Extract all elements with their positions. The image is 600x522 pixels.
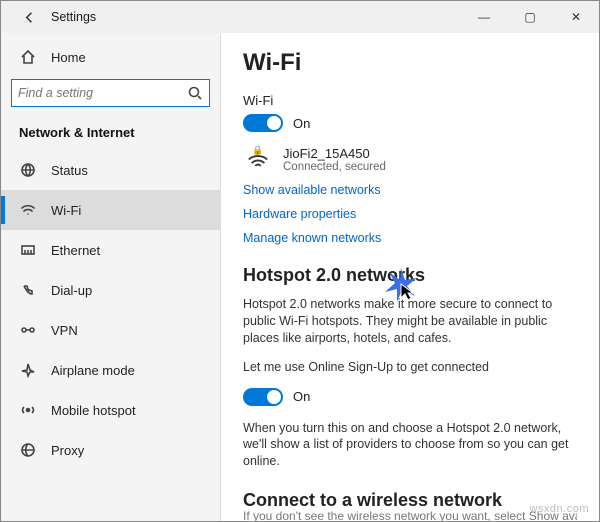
network-ssid: JioFi2_15A450 [283, 146, 386, 161]
sidebar-item-hotspot[interactable]: Mobile hotspot [1, 390, 220, 430]
airplane-icon [19, 362, 37, 378]
sidebar-item-airplane[interactable]: Airplane mode [1, 350, 220, 390]
title-bar: Settings — ▢ ✕ [1, 1, 599, 33]
maximize-button[interactable]: ▢ [507, 1, 553, 33]
wifi-toggle-label: Wi-Fi [243, 93, 577, 108]
sidebar-item-proxy[interactable]: Proxy [1, 430, 220, 470]
sidebar-home-label: Home [51, 50, 86, 65]
link-show-available[interactable]: Show available networks [243, 183, 577, 197]
sidebar-item-label: Status [51, 163, 88, 178]
link-hardware-properties[interactable]: Hardware properties [243, 207, 577, 221]
back-button[interactable] [15, 3, 43, 31]
sidebar-item-status[interactable]: Status [1, 150, 220, 190]
arrow-left-icon [22, 10, 37, 25]
status-icon [19, 162, 37, 178]
window-title: Settings [51, 10, 96, 24]
sidebar-item-label: Dial-up [51, 283, 92, 298]
search-input-wrap[interactable] [11, 79, 210, 107]
sidebar-item-vpn[interactable]: VPN [1, 310, 220, 350]
sidebar: Home Network & Internet Status Wi-Fi Eth… [1, 33, 221, 521]
lock-icon: 🔒 [252, 146, 263, 154]
signup-note: When you turn this on and choose a Hotsp… [243, 420, 577, 471]
current-network-row[interactable]: 🔒 JioFi2_15A450 Connected, secured [243, 146, 577, 173]
hotspot2-heading: Hotspot 2.0 networks [243, 265, 577, 286]
wifi-signal-icon [247, 154, 269, 169]
dialup-icon [19, 282, 37, 298]
sidebar-item-ethernet[interactable]: Ethernet [1, 230, 220, 270]
main-pane: Wi-Fi Wi-Fi On 🔒 JioFi2_15A450 Connected… [221, 33, 599, 521]
search-icon [187, 85, 203, 101]
sidebar-item-label: Airplane mode [51, 363, 135, 378]
sidebar-home[interactable]: Home [1, 43, 220, 75]
sidebar-item-dialup[interactable]: Dial-up [1, 270, 220, 310]
minimize-button[interactable]: — [461, 1, 507, 33]
vpn-icon [19, 322, 37, 338]
signup-toggle-state: On [293, 389, 310, 404]
wifi-toggle-state: On [293, 116, 310, 131]
hotspot-icon [19, 402, 37, 418]
wifi-icon [19, 202, 37, 218]
sidebar-item-wifi[interactable]: Wi-Fi [1, 190, 220, 230]
proxy-icon [19, 442, 37, 458]
ethernet-icon [19, 242, 37, 258]
hotspot2-desc: Hotspot 2.0 networks make it more secure… [243, 296, 577, 347]
search-input[interactable] [18, 80, 187, 106]
sidebar-item-label: Wi-Fi [51, 203, 81, 218]
sidebar-item-label: Mobile hotspot [51, 403, 136, 418]
sidebar-item-label: Proxy [51, 443, 84, 458]
page-title: Wi-Fi [243, 49, 577, 77]
home-icon [19, 49, 37, 65]
signup-label: Let me use Online Sign-Up to get connect… [243, 359, 577, 376]
close-button[interactable]: ✕ [553, 1, 599, 33]
wifi-toggle[interactable] [243, 114, 283, 132]
link-manage-known[interactable]: Manage known networks [243, 231, 577, 245]
sidebar-item-label: Ethernet [51, 243, 100, 258]
connect-heading: Connect to a wireless network [243, 490, 577, 511]
watermark: wsxdn.com [529, 503, 589, 515]
sidebar-section-header: Network & Internet [1, 119, 220, 150]
sidebar-item-label: VPN [51, 323, 78, 338]
network-state: Connected, secured [283, 161, 386, 173]
truncated-text: If you don't see the wireless network yo… [243, 509, 577, 521]
signup-toggle[interactable] [243, 388, 283, 406]
